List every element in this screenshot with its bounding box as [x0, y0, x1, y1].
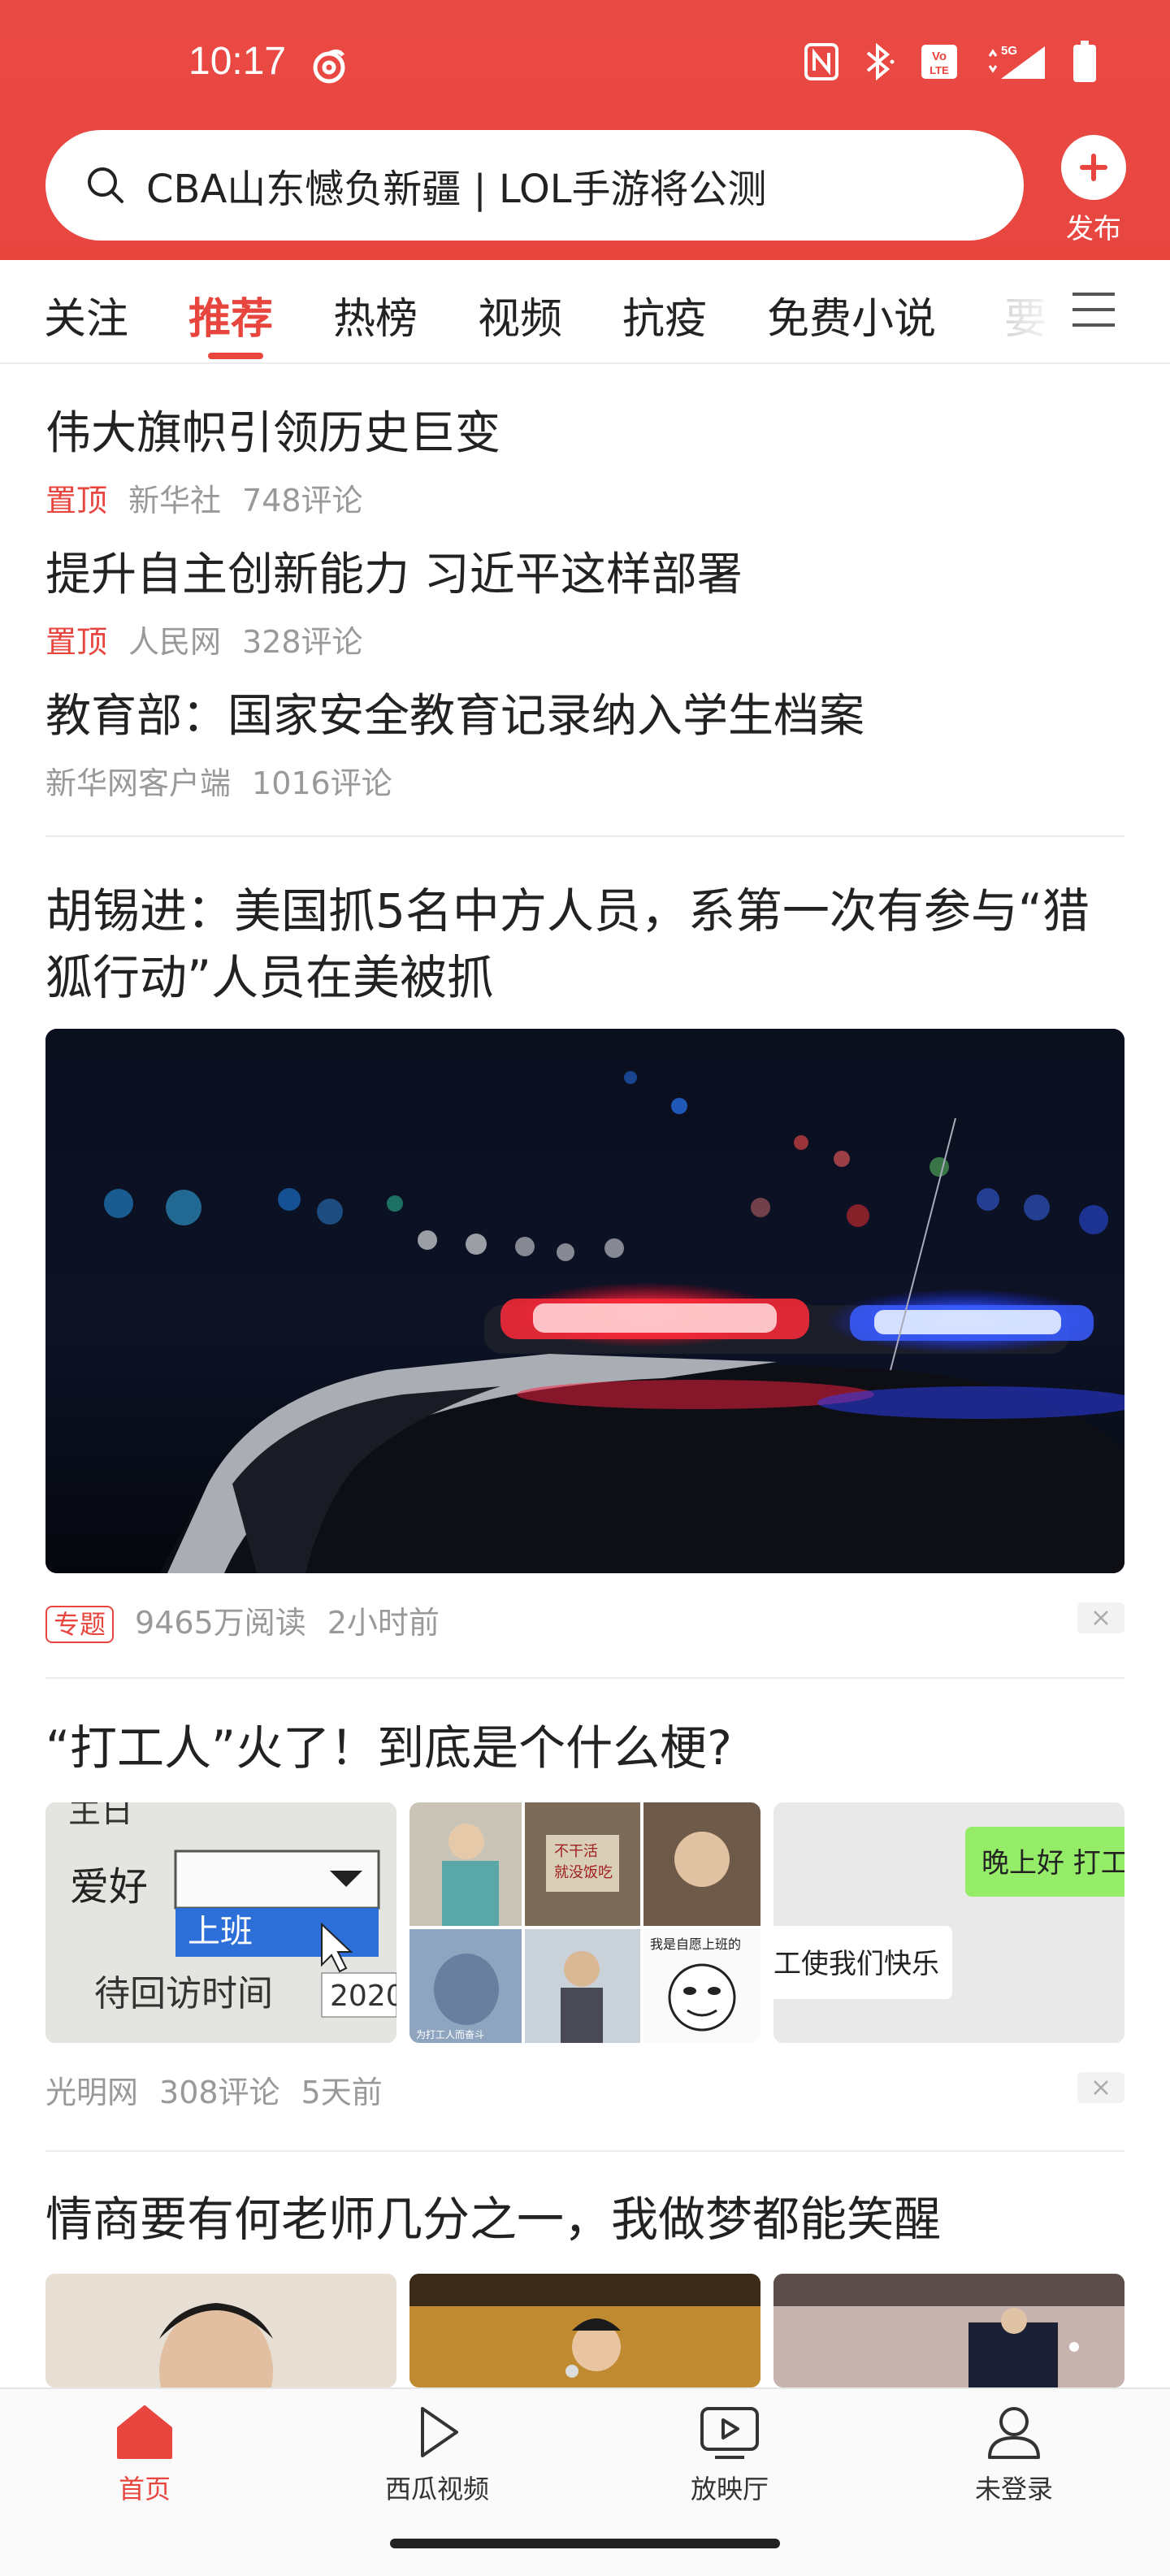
article-title: 教育部：国家安全教育记录纳入学生档案 [46, 690, 864, 743]
comment-count: 308评论 [159, 2075, 280, 2110]
thumb-text: 待回访时间 [94, 1973, 273, 2014]
pinned-tag: 置顶 [46, 483, 108, 518]
thumbnail-chat-screenshot: 晚上好 打工 工使我们快乐 [774, 1802, 1124, 2043]
thumb-text: 主日 [68, 1802, 133, 1830]
divider [46, 835, 1124, 837]
svg-text:5G: 5G [1001, 44, 1017, 58]
topic-badge: 专题 [46, 1606, 115, 1643]
article-title: 提升自主创新能力 习近平这样部署 [46, 549, 743, 601]
article-image-police-car[interactable] [46, 1029, 1124, 1573]
thumb-text: 我是自愿上班的 [650, 1936, 741, 1952]
read-count: 9465万阅读 [135, 1605, 306, 1641]
play-icon [421, 2407, 458, 2457]
pinned-tag: 置顶 [46, 624, 108, 660]
5g-signal-icon: 5G [983, 41, 1048, 85]
status-icons: Vo LTE 5G [804, 41, 1097, 86]
channel-tabs: 关注 推荐 热榜 视频 抗疫 免费小说 要 [0, 260, 1170, 364]
volte-icon: Vo LTE [920, 43, 959, 84]
publish-button[interactable]: 发布 [1055, 135, 1133, 246]
nav-home[interactable]: 首页 [63, 2404, 226, 2506]
article-meta: 置顶 新华社 748评论 [46, 475, 1124, 520]
app-notification-icon [313, 49, 345, 84]
article-title: 伟大旗帜引领历史巨变 [46, 407, 500, 460]
thumb-text: 就没饭吃 [554, 1864, 613, 1881]
article-source: 人民网 [128, 624, 222, 660]
comment-count: 1016评论 [252, 765, 392, 801]
thumb-text: 工使我们快乐 [774, 1948, 939, 1980]
tv-play-icon [700, 2407, 759, 2459]
comment-count: 328评论 [242, 624, 363, 660]
user-icon [988, 2407, 1040, 2459]
active-tab-indicator [208, 353, 263, 359]
tab-recommend[interactable]: 推荐 [188, 284, 273, 345]
article-meta: 专题 9465万阅读 2小时前 [46, 1598, 461, 1643]
pinned-article[interactable]: 提升自主创新能力 习近平这样部署 置顶 人民网 328评论 [46, 538, 1124, 661]
thumb-text: 爱好 [70, 1864, 148, 1910]
article-meta: 新华网客户端 1016评论 [46, 758, 1124, 803]
article-meta: 置顶 人民网 328评论 [46, 617, 1124, 661]
bluetooth-icon [863, 41, 895, 85]
thumb-text: 上班 [188, 1913, 253, 1950]
svg-text:LTE: LTE [930, 64, 949, 76]
nav-xigua-video[interactable]: 西瓜视频 [356, 2404, 518, 2506]
thumbnail-stage-scene [774, 2274, 1124, 2387]
status-time: 10:17 [188, 40, 287, 83]
pinned-article[interactable]: 伟大旗帜引领历史巨变 置顶 新华社 748评论 [46, 397, 1124, 520]
article-thumbnails[interactable] [46, 2274, 1124, 2387]
svg-text:Vo: Vo [932, 50, 947, 63]
thumb-text: 不干活 [554, 1843, 598, 1860]
nfc-icon [804, 43, 838, 84]
nav-theater[interactable]: 放映厅 [648, 2404, 811, 2506]
thumbnail-person-portrait [46, 2274, 396, 2387]
article-title[interactable]: “打工人”火了！到底是个什么梗? [46, 1715, 1124, 1781]
article-source: 新华网客户端 [46, 765, 232, 801]
pinned-article[interactable]: 教育部：国家安全教育记录纳入学生档案 新华网客户端 1016评论 [46, 679, 1124, 803]
tab-hot-list[interactable]: 热榜 [333, 284, 418, 345]
thumb-text: 为打工人而奋斗 [416, 2029, 484, 2040]
comment-count: 748评论 [242, 483, 363, 518]
publish-label: 发布 [1066, 213, 1121, 245]
close-icon [1094, 1611, 1108, 1625]
article-source: 新华社 [128, 483, 222, 518]
divider [46, 1677, 1124, 1679]
tab-anti-epidemic[interactable]: 抗疫 [622, 284, 707, 345]
thumb-text: 2020 [330, 1980, 396, 2013]
tab-follow[interactable]: 关注 [44, 284, 128, 345]
search-bar[interactable]: CBA山东憾负新疆 | LOL手游将公测 [46, 130, 1024, 241]
publish-time: 2小时前 [327, 1605, 440, 1641]
thumb-text: 晚上好 打工 [982, 1847, 1124, 1880]
battery-icon [1072, 41, 1097, 86]
article-thumbnails[interactable]: 主日 爱好 上班 待回访时间 2020 不干活 就没饭吃 我是自愿上班的 为打工… [46, 1802, 1124, 2043]
article-meta: 光明网 308评论 5天前 [46, 2067, 404, 2112]
article-title[interactable]: 胡锡进：美国抓5名中方人员，系第一次有参与“猎 狐行动”人员在美被抓 [46, 878, 1124, 1011]
plus-icon [1061, 135, 1126, 200]
thumbnail-form-screenshot: 主日 爱好 上班 待回访时间 2020 [46, 1802, 396, 2043]
divider [46, 2150, 1124, 2152]
tab-video[interactable]: 视频 [478, 284, 562, 345]
article-source: 光明网 [46, 2075, 139, 2110]
home-icon [117, 2405, 172, 2459]
menu-icon[interactable] [1071, 289, 1116, 330]
search-input[interactable]: CBA山东憾负新疆 | LOL手游将公测 [146, 157, 767, 214]
nav-login[interactable]: 未登录 [933, 2404, 1095, 2506]
dismiss-button[interactable] [1077, 1602, 1124, 1633]
article-title[interactable]: 情商要有何老师几分之一，我做梦都能笑醒 [46, 2186, 1124, 2253]
thumbnail-stage-singer [410, 2274, 760, 2387]
tab-free-novels[interactable]: 免费小说 [767, 284, 936, 345]
publish-time: 5天前 [301, 2075, 383, 2110]
app-header: 10:17 Vo LTE 5G CBA山东憾负新疆 | LOL手游将公测 发布 [0, 0, 1170, 260]
search-icon [88, 167, 124, 203]
thumbnail-meme-collage: 不干活 就没饭吃 我是自愿上班的 为打工人而奋斗 [410, 1802, 760, 2043]
home-indicator[interactable] [390, 2539, 780, 2548]
close-icon [1094, 2080, 1108, 2095]
dismiss-button[interactable] [1077, 2072, 1124, 2103]
